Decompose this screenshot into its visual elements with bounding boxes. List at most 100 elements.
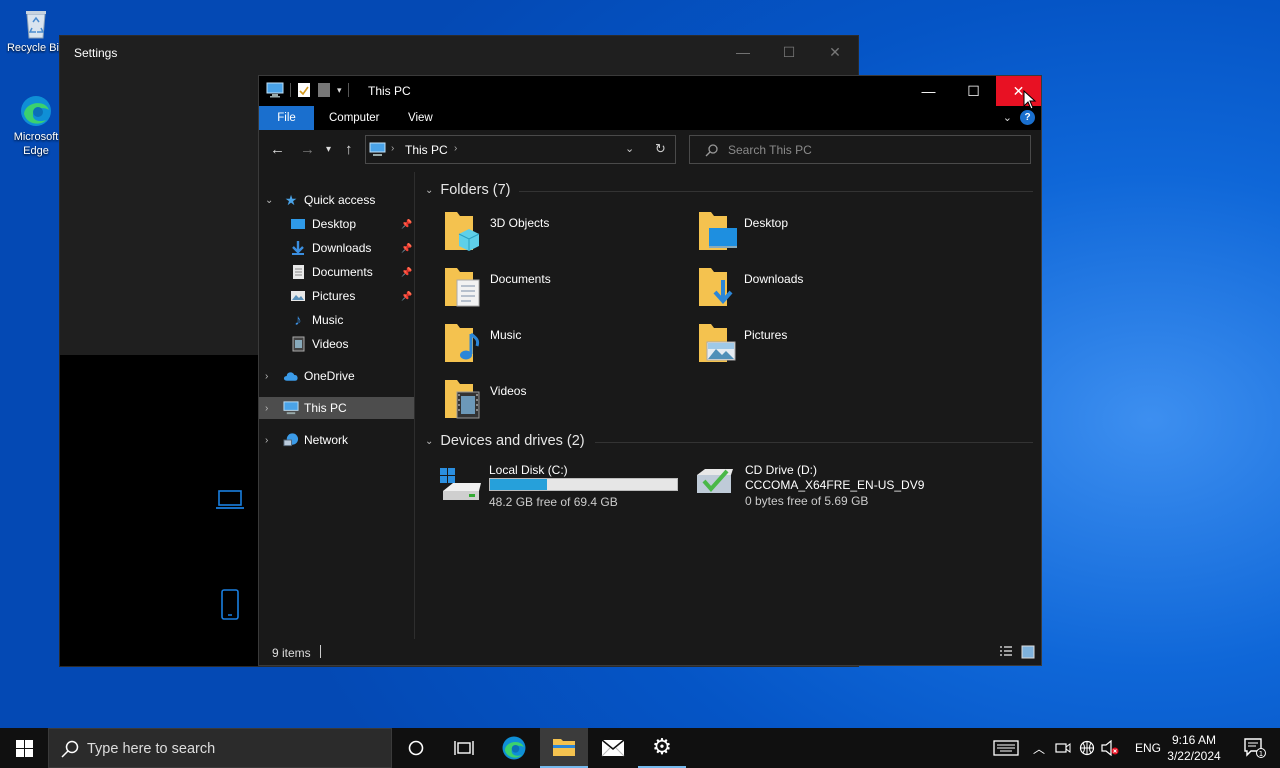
search-input[interactable] [728,142,1018,158]
meet-now-icon[interactable] [1055,741,1071,755]
task-view-icon [454,741,474,755]
volume-muted-icon[interactable] [1101,740,1119,756]
expanded-chevron-icon[interactable]: ⌄ [425,185,433,196]
explorer-maximize-button[interactable]: ☐ [951,76,996,106]
recent-locations-chevron-icon[interactable]: ▾ [326,144,331,155]
nav-network[interactable]: › Network [259,429,414,451]
downloads-folder-icon [699,268,733,306]
tab-view[interactable]: View [394,106,447,130]
taskbar-mail[interactable] [589,728,637,768]
folder-3d-objects[interactable]: 3D Objects [443,210,693,262]
nav-item-music[interactable]: ♪ Music [259,309,414,331]
customize-qat-chevron-icon[interactable]: ▾ [337,85,342,96]
taskbar-search-box[interactable] [48,728,392,768]
breadcrumb-separator-icon: › [454,143,458,154]
pin-icon[interactable]: 📌 [401,243,412,254]
nav-onedrive[interactable]: › OneDrive [259,365,414,387]
documents-icon [293,265,304,279]
disk-usage-bar [489,478,678,491]
taskbar-settings[interactable]: ⚙ [638,728,686,768]
devices-group-header[interactable]: ⌄ Devices and drives (2) [425,433,585,449]
clock[interactable]: 9:16 AM 3/22/2024 [1160,732,1228,764]
new-folder-icon[interactable] [317,82,331,98]
address-bar[interactable]: › This PC › ⌄ ↻ [365,135,676,164]
folder-documents[interactable]: Documents [443,266,693,318]
explorer-minimize-button[interactable]: — [906,76,951,106]
explorer-title: This PC [368,84,411,98]
folder-videos[interactable]: Videos [443,378,693,430]
nav-item-downloads[interactable]: Downloads 📌 [259,237,414,259]
taskbar-file-explorer[interactable] [540,728,588,768]
taskbar: ⚙ ︿ ENG 9:16 AM 3/22/2024 1 [0,728,1280,768]
nav-item-videos[interactable]: Videos [259,333,414,355]
search-box[interactable] [689,135,1031,164]
explorer-titlebar[interactable]: ▾ This PC — ☐ ✕ [259,76,1041,106]
settings-titlebar[interactable]: Settings — ☐ ✕ [60,36,858,68]
windows-drive-icon [440,468,481,500]
drive-cd-d[interactable]: CD Drive (D:) CCCOMA_X64FRE_EN-US_DV9 0 … [695,463,945,515]
this-pc-icon [266,82,284,98]
desktop-icon-edge[interactable]: Microsoft Edge [6,94,66,158]
folder-music[interactable]: Music [443,322,693,374]
network-globe-icon[interactable] [1079,740,1095,756]
folders-group-header[interactable]: ⌄ Folders (7) [425,182,511,198]
up-arrow-icon[interactable]: ↑ [345,141,353,158]
notification-icon: 1 [1244,738,1266,758]
tab-computer[interactable]: Computer [315,106,394,130]
3d-objects-folder-icon [445,212,480,251]
show-hidden-icons-chevron-icon[interactable]: ︿ [1033,740,1045,757]
taskbar-edge[interactable] [490,728,538,768]
collapsed-chevron-icon[interactable]: › [265,403,268,414]
taskbar-search-input[interactable] [87,740,377,758]
settings-minimize-button[interactable]: — [720,36,766,68]
pin-icon[interactable]: 📌 [401,267,412,278]
file-explorer-window[interactable]: ▾ This PC — ☐ ✕ File Computer View ⌄ ? ←… [258,75,1042,666]
desktop-folder-icon [291,219,305,229]
folder-desktop[interactable]: Desktop [697,210,947,262]
collapsed-chevron-icon[interactable]: › [265,371,268,382]
laptop-icon[interactable] [215,488,245,512]
folder-pictures[interactable]: Pictures [697,322,947,374]
status-bar: 9 items [259,639,1041,665]
settings-maximize-button[interactable]: ☐ [766,36,812,68]
collapsed-chevron-icon[interactable]: › [265,435,268,446]
forward-arrow-icon[interactable]: → [300,141,315,158]
nav-this-pc[interactable]: › This PC [259,397,414,419]
item-count: 9 items [272,646,311,660]
nav-item-pictures[interactable]: Pictures 📌 [259,285,414,307]
help-icon[interactable]: ? [1020,110,1035,125]
drive-local-disk-c[interactable]: Local Disk (C:) 48.2 GB free of 69.4 GB [439,463,689,515]
pin-icon[interactable]: 📌 [401,291,412,302]
expanded-chevron-icon[interactable]: ⌄ [425,436,433,447]
notification-center-button[interactable]: 1 [1230,728,1280,768]
phone-icon[interactable] [220,589,240,621]
desktop-icon-recycle-bin[interactable]: Recycle Bin [6,6,66,54]
settings-close-button[interactable]: ✕ [812,36,858,68]
address-bar-row: ← → ▾ ↑ › This PC › ⌄ ↻ [259,130,1041,170]
address-history-chevron-icon[interactable]: ⌄ [625,142,634,155]
cortana-button[interactable] [392,728,440,768]
large-icons-view-icon[interactable] [1021,645,1035,659]
folder-downloads[interactable]: Downloads [697,266,947,318]
expanded-chevron-icon[interactable]: ⌄ [265,195,273,206]
task-view-button[interactable] [440,728,488,768]
search-icon [61,740,79,758]
nav-item-documents[interactable]: Documents 📌 [259,261,414,283]
breadcrumb-this-pc[interactable]: This PC [405,143,448,157]
start-button[interactable] [0,728,48,768]
mail-icon [601,739,625,757]
details-view-icon[interactable] [999,645,1013,659]
nav-quick-access[interactable]: ⌄ ★ Quick access [259,189,414,211]
expand-ribbon-chevron-icon[interactable]: ⌄ [1003,111,1012,124]
pin-icon[interactable]: 📌 [401,219,412,230]
keyboard-layout-icon[interactable] [993,740,1019,756]
tab-file[interactable]: File [259,106,314,130]
input-language[interactable]: ENG [1135,741,1161,755]
refresh-icon[interactable]: ↻ [655,141,666,157]
nav-item-desktop[interactable]: Desktop 📌 [259,213,414,235]
svg-text:1: 1 [1259,750,1263,758]
back-arrow-icon[interactable]: ← [270,141,285,158]
properties-icon[interactable] [297,82,311,98]
ribbon-tabs: File Computer View ⌄ ? [259,106,1041,130]
clock-time: 9:16 AM [1171,733,1217,747]
